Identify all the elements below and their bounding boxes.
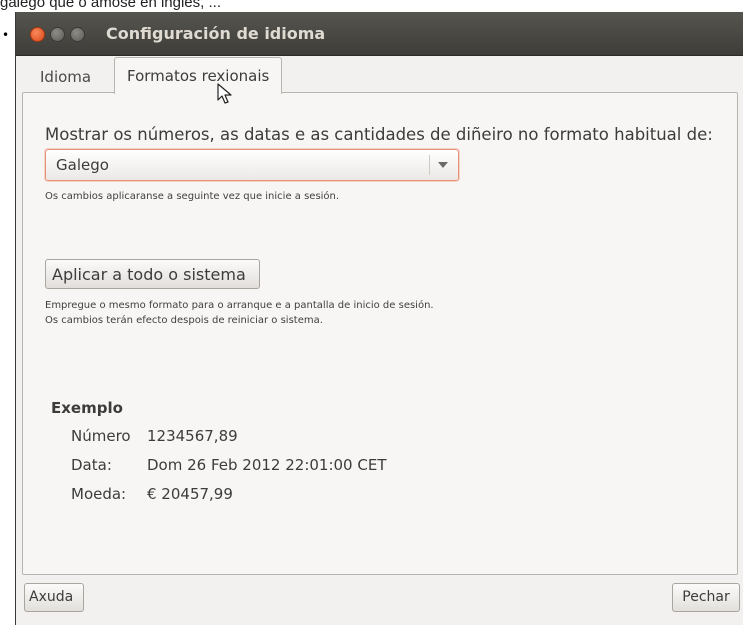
- combo-note: Os cambios aplicaranse a seguinte vez qu…: [45, 191, 340, 202]
- example-date-value: Dom 26 Feb 2012 22:01:00 CET: [147, 456, 387, 474]
- example-number-label: Número: [71, 427, 131, 445]
- bullet-icon: •: [2, 28, 10, 42]
- tab-panel-regional-formats: Mostrar os números, as datas e as cantid…: [22, 92, 738, 575]
- mouse-pointer-icon: [217, 83, 232, 104]
- close-button[interactable]: Pechar: [672, 583, 740, 612]
- example-number-value: 1234567,89: [147, 427, 238, 445]
- example-date-label: Data:: [71, 456, 112, 474]
- combo-separator: [429, 155, 430, 175]
- tab-idioma[interactable]: Idioma: [28, 61, 103, 95]
- apply-note-1: Empregue o mesmo formato para o arranque…: [45, 300, 434, 311]
- title-bar[interactable]: Configuración de idioma: [16, 12, 743, 56]
- page-caption: galego que o amose en inglés, ...: [0, 0, 221, 11]
- language-settings-window: Configuración de idioma Idioma Formatos …: [15, 12, 743, 625]
- minimize-window-icon[interactable]: [50, 27, 65, 42]
- format-locale-value: Galego: [56, 156, 109, 174]
- format-locale-select[interactable]: Galego: [45, 149, 459, 181]
- window-title: Configuración de idioma: [106, 24, 326, 43]
- apply-system-wide-button[interactable]: Aplicar a todo o sistema: [45, 259, 260, 289]
- formats-heading: Mostrar os números, as datas e as cantid…: [45, 125, 713, 144]
- close-window-icon[interactable]: [30, 27, 45, 42]
- example-currency-value: € 20457,99: [147, 485, 233, 503]
- maximize-window-icon[interactable]: [70, 27, 85, 42]
- tab-formatos-rexionais[interactable]: Formatos rexionais: [114, 57, 283, 94]
- chevron-down-icon: [438, 162, 448, 168]
- example-title: Exemplo: [51, 399, 123, 417]
- apply-note-2: Os cambios terán efecto despois de reini…: [45, 315, 323, 326]
- example-currency-label: Moeda:: [71, 485, 127, 503]
- help-button[interactable]: Axuda: [24, 583, 84, 612]
